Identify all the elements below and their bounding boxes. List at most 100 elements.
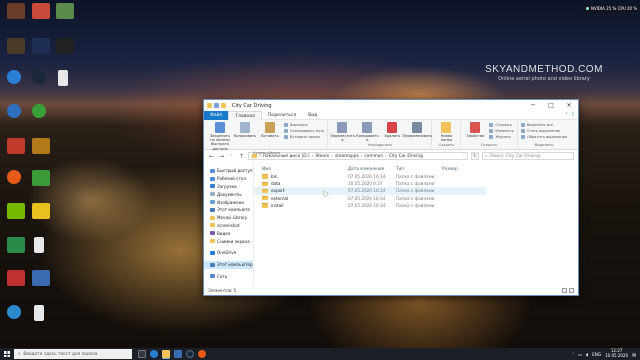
- task-view-icon[interactable]: [138, 350, 146, 358]
- nav-network[interactable]: Сеть: [204, 273, 253, 281]
- edge-icon[interactable]: [7, 70, 21, 84]
- nav-this-pc[interactable]: Этот компьютер: [204, 260, 253, 269]
- store-icon[interactable]: [174, 350, 182, 358]
- file-row-install[interactable]: install 07.05.2020 16:34 Папка с файлами: [254, 202, 486, 209]
- copy-to-button[interactable]: Копировать в: [356, 121, 379, 142]
- nav-screenshots[interactable]: Снимки экрана: [204, 237, 253, 245]
- steam-icon[interactable]: [186, 350, 194, 358]
- minimize-button[interactable]: ─: [524, 100, 542, 111]
- copy-path-label: Скопировать путь: [290, 128, 325, 133]
- file-row-external[interactable]: external 07.05.2020 16:34 Папка с файлам…: [254, 195, 486, 202]
- breadcrumb-common[interactable]: common: [364, 154, 383, 159]
- select-all-button[interactable]: Выделить все: [520, 122, 567, 127]
- chrome-icon[interactable]: [7, 170, 21, 184]
- new-folder-icon[interactable]: [221, 103, 226, 108]
- rockstar-icon[interactable]: [32, 138, 50, 154]
- properties-button[interactable]: Свойства: [464, 121, 486, 138]
- nav-screenshot[interactable]: screenshot: [204, 222, 253, 230]
- pin-label: Закрепить на панели быстрого доступа: [209, 134, 231, 151]
- column-date[interactable]: Дата изменения: [348, 166, 396, 171]
- new-folder-button[interactable]: Новая папка: [435, 121, 457, 142]
- tab-file[interactable]: Файл: [204, 110, 229, 120]
- large-icons-view-icon[interactable]: [569, 288, 574, 293]
- app-icon-yellow[interactable]: [32, 203, 50, 219]
- file-icon-3[interactable]: [34, 305, 44, 321]
- open-button[interactable]: Открыть: [489, 122, 513, 127]
- folder-icon: [207, 103, 212, 108]
- file-icon[interactable]: [58, 70, 68, 86]
- file-row-data[interactable]: data 10.05.2020 0:27 Папка с файлами: [254, 180, 486, 187]
- help-icon[interactable]: ?: [572, 113, 574, 118]
- delete-button[interactable]: Удалить: [381, 121, 403, 138]
- history-button[interactable]: Журнал: [489, 134, 513, 139]
- edge-icon[interactable]: [150, 350, 158, 358]
- app-icon-teal[interactable]: [7, 237, 25, 253]
- nav-pictures[interactable]: Изображени: [204, 198, 253, 206]
- details-view-icon[interactable]: [562, 288, 567, 293]
- chrome-icon[interactable]: [198, 350, 206, 358]
- invert-selection-button[interactable]: Обратить выделение: [520, 134, 567, 139]
- app-icon-blue-2[interactable]: [32, 270, 50, 286]
- file-row-bin[interactable]: bin 07.05.2020 16:34 Папка с файлами: [254, 173, 486, 180]
- nav-desktop[interactable]: Рабочий стол: [204, 175, 253, 183]
- clock[interactable]: 12:27 10.05.2020: [605, 349, 628, 358]
- app-icon-green[interactable]: [32, 104, 46, 118]
- file-explorer-icon[interactable]: [162, 350, 170, 358]
- epic-games-icon[interactable]: [56, 38, 74, 54]
- refresh-icon[interactable]: ↻: [471, 152, 479, 160]
- desktop-icon-3[interactable]: [56, 3, 74, 19]
- app-icon-red[interactable]: [7, 138, 25, 154]
- paste-shortcut-button[interactable]: Вставить ярлык: [284, 134, 324, 139]
- nvidia-icon[interactable]: [7, 203, 25, 219]
- network-icon[interactable]: ▭: [578, 352, 582, 357]
- desktop-icon-1[interactable]: [7, 3, 25, 19]
- desktop-icon-4[interactable]: [7, 38, 25, 54]
- steam-icon[interactable]: [32, 70, 46, 84]
- nav-this-pc-shortcut[interactable]: Этот компьюте: [204, 206, 253, 214]
- move-to-button[interactable]: Переместить в: [330, 121, 355, 142]
- rename-button[interactable]: Переименовать: [403, 121, 432, 138]
- nav-downloads[interactable]: Загрузки: [204, 183, 253, 191]
- chevron-up-icon[interactable]: ˄: [572, 352, 574, 357]
- breadcrumb-current[interactable]: City Car Driving: [389, 154, 423, 159]
- nav-onedrive[interactable]: OneDrive: [204, 249, 253, 257]
- column-name[interactable]: Имя: [262, 166, 348, 171]
- cut-button[interactable]: Вырезать: [284, 122, 324, 127]
- copy-button[interactable]: Копировать: [234, 121, 256, 138]
- app-icon-blue[interactable]: [7, 104, 21, 118]
- copy-path-button[interactable]: Скопировать путь: [284, 128, 324, 133]
- maximize-button[interactable]: □: [542, 100, 560, 111]
- start-button[interactable]: [0, 348, 14, 360]
- volume-icon[interactable]: ◖: [586, 352, 588, 357]
- open-label: Открыть: [495, 122, 512, 127]
- app-icon-blue-3[interactable]: [7, 305, 21, 319]
- close-button[interactable]: ✕: [560, 100, 578, 111]
- nav-movavi-library[interactable]: Movavi Library: [204, 214, 253, 222]
- file-row-export[interactable]: export 07.05.2020 16:34 Папка с файлами: [254, 187, 486, 195]
- properties-icon[interactable]: [214, 103, 219, 108]
- search-input[interactable]: ⌕ Поиск: City Car Driving: [482, 152, 574, 160]
- tab-view[interactable]: Вид: [302, 111, 323, 120]
- photoshop-icon[interactable]: [32, 38, 50, 54]
- nav-quick-access[interactable]: Быстрый доступ: [204, 167, 253, 175]
- nav-video[interactable]: Видео: [204, 229, 253, 237]
- taskbar-search-input[interactable]: ⌕ Введите здесь текст для поиска: [14, 349, 132, 359]
- column-size[interactable]: Размер: [442, 166, 472, 171]
- tab-home[interactable]: Главная: [228, 110, 262, 120]
- file-icon-2[interactable]: [34, 237, 44, 253]
- tab-share[interactable]: Поделиться: [262, 111, 302, 120]
- utorrent-icon[interactable]: [32, 170, 50, 186]
- column-type[interactable]: Тип: [396, 166, 442, 171]
- notifications-icon[interactable]: ▤: [632, 352, 636, 357]
- paste-button[interactable]: Вставить: [259, 121, 281, 138]
- desktop-icon-2[interactable]: [32, 3, 50, 19]
- app-icon-red-2[interactable]: [7, 270, 25, 286]
- breadcrumb-steamapps[interactable]: steamapps: [335, 154, 359, 159]
- pin-quick-access-button[interactable]: Закрепить на панели быстрого доступа: [209, 121, 231, 151]
- language-indicator[interactable]: ENG: [592, 352, 601, 357]
- chevron-down-icon[interactable]: ˅: [565, 113, 567, 118]
- select-none-button[interactable]: Снять выделение: [520, 128, 567, 133]
- address-dropdown-icon[interactable]: ˅: [463, 154, 467, 159]
- nav-documents[interactable]: Документы: [204, 190, 253, 198]
- edit-button[interactable]: Изменить: [489, 128, 514, 133]
